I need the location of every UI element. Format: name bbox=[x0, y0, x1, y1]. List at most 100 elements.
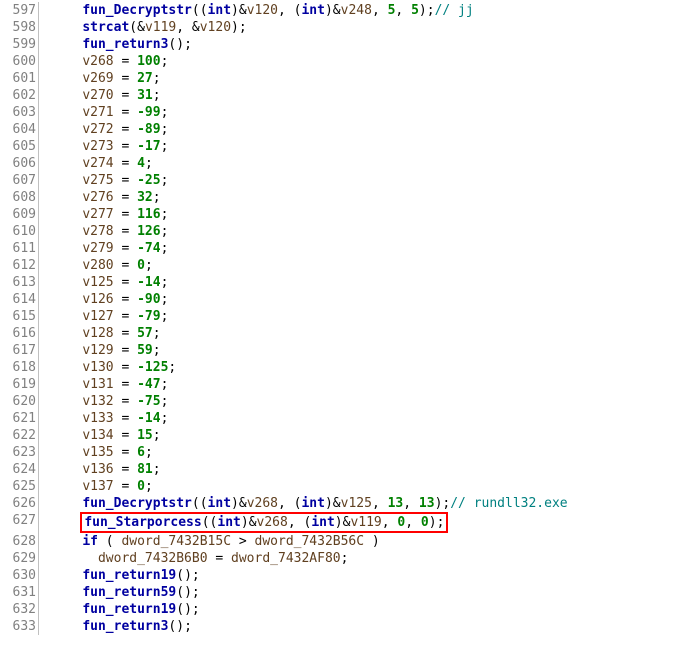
assign-op: = bbox=[114, 122, 137, 137]
number-literal: 81 bbox=[137, 462, 153, 477]
assign-op: = bbox=[114, 139, 137, 154]
code-text: , bbox=[403, 496, 419, 511]
code-content: v131 = -47; bbox=[51, 376, 168, 393]
code-line: 633 fun_return3(); bbox=[0, 618, 690, 635]
assign-op: = bbox=[114, 258, 137, 273]
semicolon: ; bbox=[145, 258, 153, 273]
semicolon: ; bbox=[161, 292, 169, 307]
semicolon: ; bbox=[161, 275, 169, 290]
code-content: v278 = 126; bbox=[51, 223, 168, 240]
local-var: v120 bbox=[247, 3, 278, 18]
code-content: v126 = -90; bbox=[51, 291, 168, 308]
code-text: ) bbox=[176, 37, 184, 52]
number-literal: 13 bbox=[419, 496, 435, 511]
local-var: v268 bbox=[247, 496, 278, 511]
code-text: ) bbox=[231, 20, 239, 35]
keyword: int bbox=[311, 515, 334, 530]
code-line: 606 v274 = 4; bbox=[0, 155, 690, 172]
code-content: v277 = 116; bbox=[51, 206, 168, 223]
global-var: dword_7432B56C bbox=[255, 534, 365, 549]
line-number: 617 bbox=[0, 342, 38, 359]
line-number: 599 bbox=[0, 36, 38, 53]
keyword: int bbox=[301, 496, 324, 511]
code-content: v273 = -17; bbox=[51, 138, 168, 155]
local-var: v273 bbox=[82, 139, 113, 154]
gutter-separator bbox=[38, 274, 39, 291]
semicolon: ; bbox=[153, 88, 161, 103]
code-line: 603 v271 = -99; bbox=[0, 104, 690, 121]
code-line: 607 v275 = -25; bbox=[0, 172, 690, 189]
local-var: v129 bbox=[82, 343, 113, 358]
code-line: 605 v273 = -17; bbox=[0, 138, 690, 155]
number-literal: -75 bbox=[137, 394, 160, 409]
number-literal: 15 bbox=[137, 428, 153, 443]
semicolon: ; bbox=[145, 479, 153, 494]
assign-op: = bbox=[114, 411, 137, 426]
number-literal: 5 bbox=[411, 3, 419, 18]
gutter-separator bbox=[38, 495, 39, 512]
gutter-separator bbox=[38, 223, 39, 240]
line-number: 600 bbox=[0, 53, 38, 70]
code-text: & bbox=[249, 515, 257, 530]
number-literal: -125 bbox=[137, 360, 168, 375]
code-text: ) bbox=[231, 496, 239, 511]
assign-op: = bbox=[114, 326, 137, 341]
gutter-separator bbox=[38, 2, 39, 19]
line-number: 610 bbox=[0, 223, 38, 240]
code-text: ; bbox=[437, 515, 445, 530]
code-line: 625 v137 = 0; bbox=[0, 478, 690, 495]
number-literal: 0 bbox=[137, 479, 145, 494]
line-number: 601 bbox=[0, 70, 38, 87]
line-number: 619 bbox=[0, 376, 38, 393]
code-line: 624 v136 = 81; bbox=[0, 461, 690, 478]
number-literal: 6 bbox=[137, 445, 145, 460]
number-literal: 0 bbox=[421, 515, 429, 530]
code-content: fun_return3(); bbox=[51, 36, 192, 53]
assign-op: = bbox=[114, 224, 137, 239]
code-text: ( bbox=[176, 585, 184, 600]
code-line: 626 fun_Decryptstr((int)&v268, (int)&v12… bbox=[0, 495, 690, 512]
assign-op: = bbox=[114, 54, 137, 69]
assign-op: = bbox=[114, 156, 137, 171]
global-var: dword_7432B15C bbox=[121, 534, 231, 549]
code-content: dword_7432B6B0 = dword_7432AF80; bbox=[51, 550, 348, 567]
semicolon: ; bbox=[161, 139, 169, 154]
code-text: & bbox=[192, 20, 200, 35]
function-name: fun_Decryptstr bbox=[82, 496, 192, 511]
keyword: int bbox=[217, 515, 240, 530]
code-line: 615 v127 = -79; bbox=[0, 308, 690, 325]
code-text: & bbox=[333, 496, 341, 511]
code-content: v279 = -74; bbox=[51, 240, 168, 257]
local-var: v128 bbox=[82, 326, 113, 341]
line-number: 618 bbox=[0, 359, 38, 376]
assign-op: = bbox=[114, 173, 137, 188]
code-content: v135 = 6; bbox=[51, 444, 153, 461]
line-number: 614 bbox=[0, 291, 38, 308]
code-content: v130 = -125; bbox=[51, 359, 176, 376]
code-line: 612 v280 = 0; bbox=[0, 257, 690, 274]
semicolon: ; bbox=[153, 71, 161, 86]
code-text: , bbox=[405, 515, 421, 530]
local-var: v126 bbox=[82, 292, 113, 307]
assign-op: = bbox=[114, 360, 137, 375]
code-content: v134 = 15; bbox=[51, 427, 161, 444]
number-literal: 126 bbox=[137, 224, 160, 239]
code-line: 631 fun_return59(); bbox=[0, 584, 690, 601]
function-name: fun_return19 bbox=[82, 602, 176, 617]
keyword: int bbox=[301, 3, 324, 18]
code-content: fun_Decryptstr((int)&v120, (int)&v248, 5… bbox=[51, 2, 474, 19]
gutter-separator bbox=[38, 533, 39, 550]
assign-op: = bbox=[114, 207, 137, 222]
code-text: , bbox=[278, 3, 294, 18]
local-var: v275 bbox=[82, 173, 113, 188]
code-text: ( bbox=[176, 602, 184, 617]
assign-op: = bbox=[114, 292, 137, 307]
code-text: ) bbox=[184, 585, 192, 600]
gutter-separator bbox=[38, 325, 39, 342]
local-var: v132 bbox=[82, 394, 113, 409]
code-line: 614 v126 = -90; bbox=[0, 291, 690, 308]
function-name: fun_return3 bbox=[82, 37, 168, 52]
line-number: 629 bbox=[0, 550, 38, 567]
line-number: 604 bbox=[0, 121, 38, 138]
local-var: v280 bbox=[82, 258, 113, 273]
